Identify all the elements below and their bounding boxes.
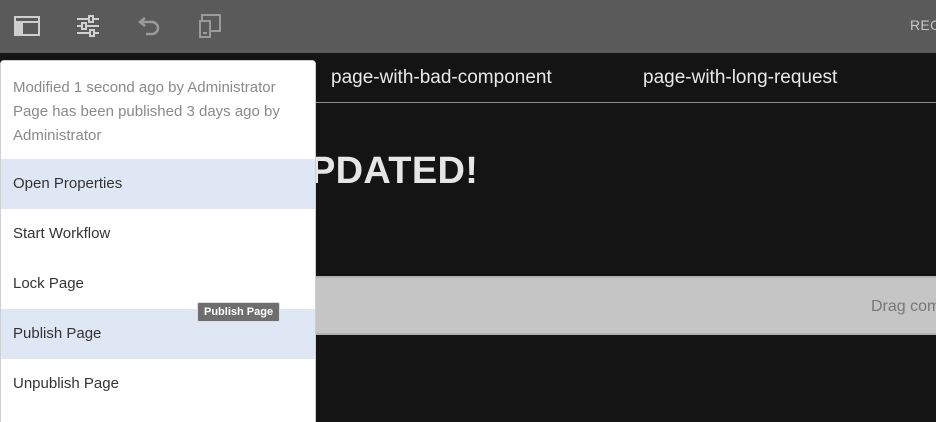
page-heading: PDATED! <box>310 150 479 192</box>
undo-icon[interactable] <box>134 11 164 41</box>
nav-link-bad-component[interactable]: page-with-bad-component <box>331 67 552 89</box>
menu-start-workflow[interactable]: Start Workflow <box>1 209 315 259</box>
dropzone-label: Drag com <box>871 298 936 315</box>
component-dropzone[interactable]: Drag com <box>315 276 936 335</box>
properties-sliders-icon[interactable] <box>73 11 103 41</box>
toolbar-right-label[interactable]: REG <box>910 17 936 33</box>
side-panel-icon[interactable] <box>12 11 42 41</box>
menu-open-properties[interactable]: Open Properties <box>1 159 315 209</box>
published-status-user: Administrator <box>13 127 102 144</box>
emulator-icon[interactable] <box>195 11 225 41</box>
page-nav: page-with-bad-component page-with-long-r… <box>315 53 936 103</box>
editor-toolbar: REG <box>0 0 936 53</box>
published-status: Page has been published 3 days ago by <box>13 103 280 120</box>
menu-unpublish-page[interactable]: Unpublish Page <box>1 359 315 409</box>
page-info-popover: Modified 1 second ago by Administrator P… <box>0 60 316 422</box>
modified-status: Modified 1 second ago by Administrator <box>13 79 276 96</box>
page-status-info: Modified 1 second ago by Administrator P… <box>1 61 315 159</box>
publish-page-tooltip: Publish Page <box>197 302 281 322</box>
nav-link-long-request[interactable]: page-with-long-request <box>643 67 837 89</box>
